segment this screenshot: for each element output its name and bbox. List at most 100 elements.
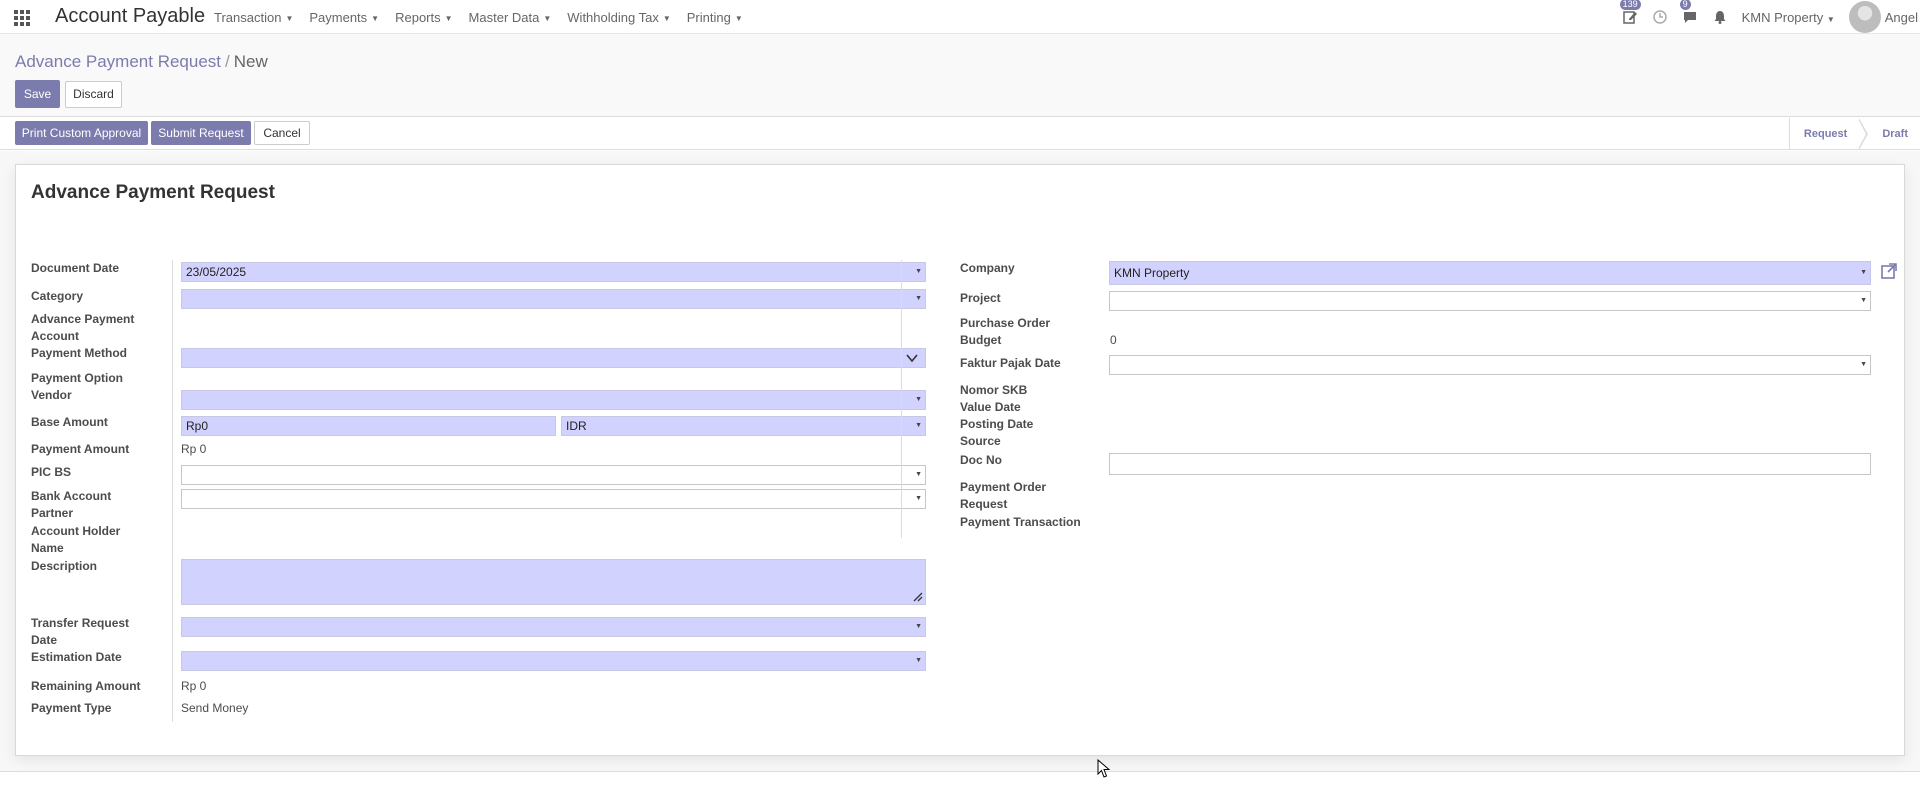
dropdown-icon: ▼ xyxy=(915,657,922,664)
external-link-icon[interactable] xyxy=(1880,262,1898,280)
activity-badge: 139 xyxy=(1619,0,1641,10)
breadcrumb-parent[interactable]: Advance Payment Request xyxy=(15,52,221,71)
dropdown-icon: ▼ xyxy=(1860,361,1867,368)
caret-down-icon: ▼ xyxy=(285,13,294,23)
menu-reports[interactable]: Reports ▼ xyxy=(395,10,452,25)
systray: 139 9 KMN Property ▼ Angel xyxy=(1619,0,1920,34)
resize-handle-icon[interactable] xyxy=(911,590,923,602)
dropdown-icon: ▼ xyxy=(915,396,922,403)
dropdown-icon: ▼ xyxy=(1860,269,1867,276)
save-button[interactable]: Save xyxy=(15,80,60,108)
bank-account-partner-label: Bank Account Partner xyxy=(31,489,112,520)
dropdown-icon: ▼ xyxy=(915,422,922,429)
base-amount-input[interactable]: Rp0 xyxy=(181,416,556,436)
status-stages: Request Draft xyxy=(1788,118,1920,150)
payment-option-label: Payment Option xyxy=(31,371,124,385)
advance-payment-account-label: Advance Payment Account xyxy=(31,312,135,343)
estimation-date-field[interactable]: ▼ xyxy=(181,651,926,671)
payment-amount-label: Payment Amount xyxy=(31,442,130,456)
company-switcher[interactable]: KMN Property ▼ xyxy=(1742,10,1835,25)
doc-no-input[interactable] xyxy=(1109,453,1871,475)
po-budget-value: 0 xyxy=(1110,333,1117,347)
payment-method-select[interactable] xyxy=(181,348,926,368)
company-field[interactable]: KMN Property ▼ xyxy=(1109,261,1871,285)
breadcrumb: Advance Payment Request / New xyxy=(15,52,268,72)
dropdown-icon: ▼ xyxy=(915,268,922,275)
project-label: Project xyxy=(960,291,1001,305)
breadcrumb-current: New xyxy=(233,52,268,71)
right-group-separator xyxy=(901,260,902,538)
menu-withholding-tax[interactable]: Withholding Tax ▼ xyxy=(567,10,670,25)
company-label: Company xyxy=(960,261,1015,275)
bank-account-partner-field[interactable]: ▼ xyxy=(181,489,926,509)
user-menu[interactable]: Angel xyxy=(1885,10,1918,25)
print-custom-approval-button[interactable]: Print Custom Approval xyxy=(15,121,148,145)
payment-type-label: Payment Type xyxy=(31,701,112,715)
payment-transaction-label: Payment Transaction xyxy=(960,515,1081,529)
stage-request[interactable]: Request xyxy=(1790,118,1859,150)
control-panel: Advance Payment Request / New Save Discard xyxy=(0,34,1920,117)
payment-order-request-label: Payment Order Request xyxy=(960,480,1047,511)
faktur-pajak-date-label: Faktur Pajak Date xyxy=(960,356,1061,370)
form-statusbar: Print Custom Approval Submit Request Can… xyxy=(0,118,1920,150)
top-navbar: Account Payable Transaction ▼ Payments ▼ R… xyxy=(0,0,1920,34)
breadcrumb-separator: / xyxy=(225,52,230,71)
form-title: Advance Payment Request xyxy=(31,182,275,203)
document-date-field[interactable]: 23/05/2025 ▼ xyxy=(181,262,926,282)
description-textarea[interactable] xyxy=(181,559,926,605)
project-field[interactable]: ▼ xyxy=(1109,291,1871,311)
pic-bs-field[interactable]: ▼ xyxy=(181,465,926,485)
cancel-button[interactable]: Cancel xyxy=(254,121,310,145)
main-menu: Transaction ▼ Payments ▼ Reports ▼ Master D… xyxy=(214,0,759,34)
source-label: Source xyxy=(960,434,1001,448)
avatar[interactable] xyxy=(1848,1,1881,33)
po-budget-label: Purchase Order Budget xyxy=(960,316,1051,347)
nomor-skb-label: Nomor SKB xyxy=(960,383,1028,397)
caret-down-icon: ▼ xyxy=(662,13,671,23)
form-sheet: Advance Payment Request Document Date 23… xyxy=(15,164,1905,756)
document-date-label: Document Date xyxy=(31,261,120,275)
category-label: Category xyxy=(31,289,84,303)
payment-type-value: Send Money xyxy=(181,701,249,715)
transfer-request-date-label: Transfer Request Date xyxy=(31,616,130,647)
apps-grid-icon[interactable] xyxy=(14,10,30,26)
menu-master-data[interactable]: Master Data ▼ xyxy=(469,10,552,25)
dropdown-icon: ▼ xyxy=(1860,297,1867,304)
value-date-label: Value Date xyxy=(960,400,1021,414)
category-field[interactable]: ▼ xyxy=(181,289,926,309)
dropdown-icon: ▼ xyxy=(915,471,922,478)
messages-icon[interactable]: 9 xyxy=(1679,0,1698,25)
payment-amount-value: Rp 0 xyxy=(181,442,207,456)
caret-down-icon: ▼ xyxy=(444,13,453,23)
vendor-label: Vendor xyxy=(31,388,72,402)
posting-date-label: Posting Date xyxy=(960,417,1034,431)
left-group-separator xyxy=(172,260,173,722)
vendor-field[interactable]: ▼ xyxy=(181,390,926,410)
faktur-pajak-date-field[interactable]: ▼ xyxy=(1109,355,1871,375)
chevron-down-icon xyxy=(906,354,918,363)
caret-down-icon: ▼ xyxy=(371,13,380,23)
dropdown-icon: ▼ xyxy=(915,623,922,630)
caret-down-icon: ▼ xyxy=(543,13,552,23)
caret-down-icon: ▼ xyxy=(1826,14,1835,24)
menu-transaction[interactable]: Transaction ▼ xyxy=(214,10,293,25)
pic-bs-label: PIC BS xyxy=(31,465,72,479)
menu-printing[interactable]: Printing ▼ xyxy=(687,10,743,25)
discard-button[interactable]: Discard xyxy=(65,81,122,108)
app-title: Account Payable xyxy=(55,5,206,27)
stage-draft[interactable]: Draft xyxy=(1868,118,1920,150)
activity-edit-icon[interactable]: 139 xyxy=(1619,0,1641,25)
menu-payments[interactable]: Payments ▼ xyxy=(309,10,379,25)
currency-field[interactable]: IDR ▼ xyxy=(561,416,926,436)
doc-no-label: Doc No xyxy=(960,453,1002,467)
account-holder-name-label: Account Holder Name xyxy=(31,524,121,555)
clock-icon[interactable] xyxy=(1652,9,1668,25)
messages-badge: 9 xyxy=(1679,0,1691,10)
submit-request-button[interactable]: Submit Request xyxy=(151,121,251,145)
base-amount-label: Base Amount xyxy=(31,415,108,429)
payment-method-label: Payment Method xyxy=(31,346,128,360)
transfer-request-date-field[interactable]: ▼ xyxy=(181,617,926,637)
description-label: Description xyxy=(31,559,98,573)
remaining-amount-value: Rp 0 xyxy=(181,679,207,693)
bell-icon[interactable] xyxy=(1712,9,1728,25)
